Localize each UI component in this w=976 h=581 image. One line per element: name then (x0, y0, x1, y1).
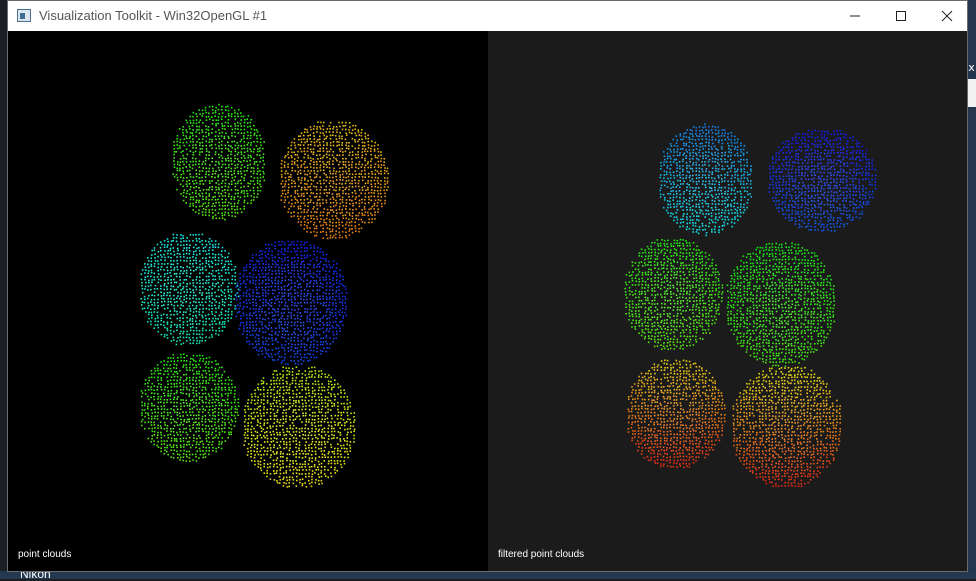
background-window-edge: x (967, 0, 976, 579)
background-panel-strip (967, 79, 976, 107)
viewport-filtered-point-clouds[interactable]: filtered point clouds (488, 31, 967, 571)
point-cloud-object (243, 366, 355, 487)
viewport-label-left: point clouds (18, 549, 71, 561)
minimize-icon (849, 10, 861, 22)
filtered-point-cloud-object (769, 130, 877, 232)
point-cloud-object (141, 353, 240, 462)
filtered-point-cloud-object (628, 360, 726, 469)
point-cloud-object (281, 122, 390, 240)
background-close-glyph: x (967, 61, 976, 75)
viewport-point-clouds[interactable]: point clouds (8, 31, 488, 571)
point-cloud-canvas[interactable] (8, 31, 488, 571)
close-icon (941, 10, 953, 22)
viewport-label-right: filtered point clouds (498, 549, 584, 561)
render-area[interactable]: point clouds filtered point clouds (8, 31, 967, 571)
filtered-point-cloud-object (624, 239, 723, 350)
filtered-point-cloud-object (727, 243, 835, 368)
point-cloud-object (235, 241, 347, 366)
point-cloud-object (141, 234, 240, 346)
point-cloud-object (172, 104, 265, 221)
window-title: Visualization Toolkit - Win32OpenGL #1 (39, 8, 267, 24)
vtk-window-icon[interactable] (17, 9, 31, 22)
filtered-point-cloud-canvas[interactable] (488, 31, 967, 571)
minimize-button[interactable] (832, 1, 878, 31)
vtk-render-window: Visualization Toolkit - Win32OpenGL #1 p… (7, 0, 968, 572)
filtered-point-cloud-object (733, 367, 842, 488)
taskbar-edge: Nikon (0, 571, 976, 579)
filtered-point-cloud-object (659, 123, 752, 236)
maximize-icon (895, 10, 907, 22)
title-bar[interactable]: Visualization Toolkit - Win32OpenGL #1 (8, 1, 967, 31)
close-button[interactable] (924, 1, 970, 31)
maximize-button[interactable] (878, 1, 924, 31)
